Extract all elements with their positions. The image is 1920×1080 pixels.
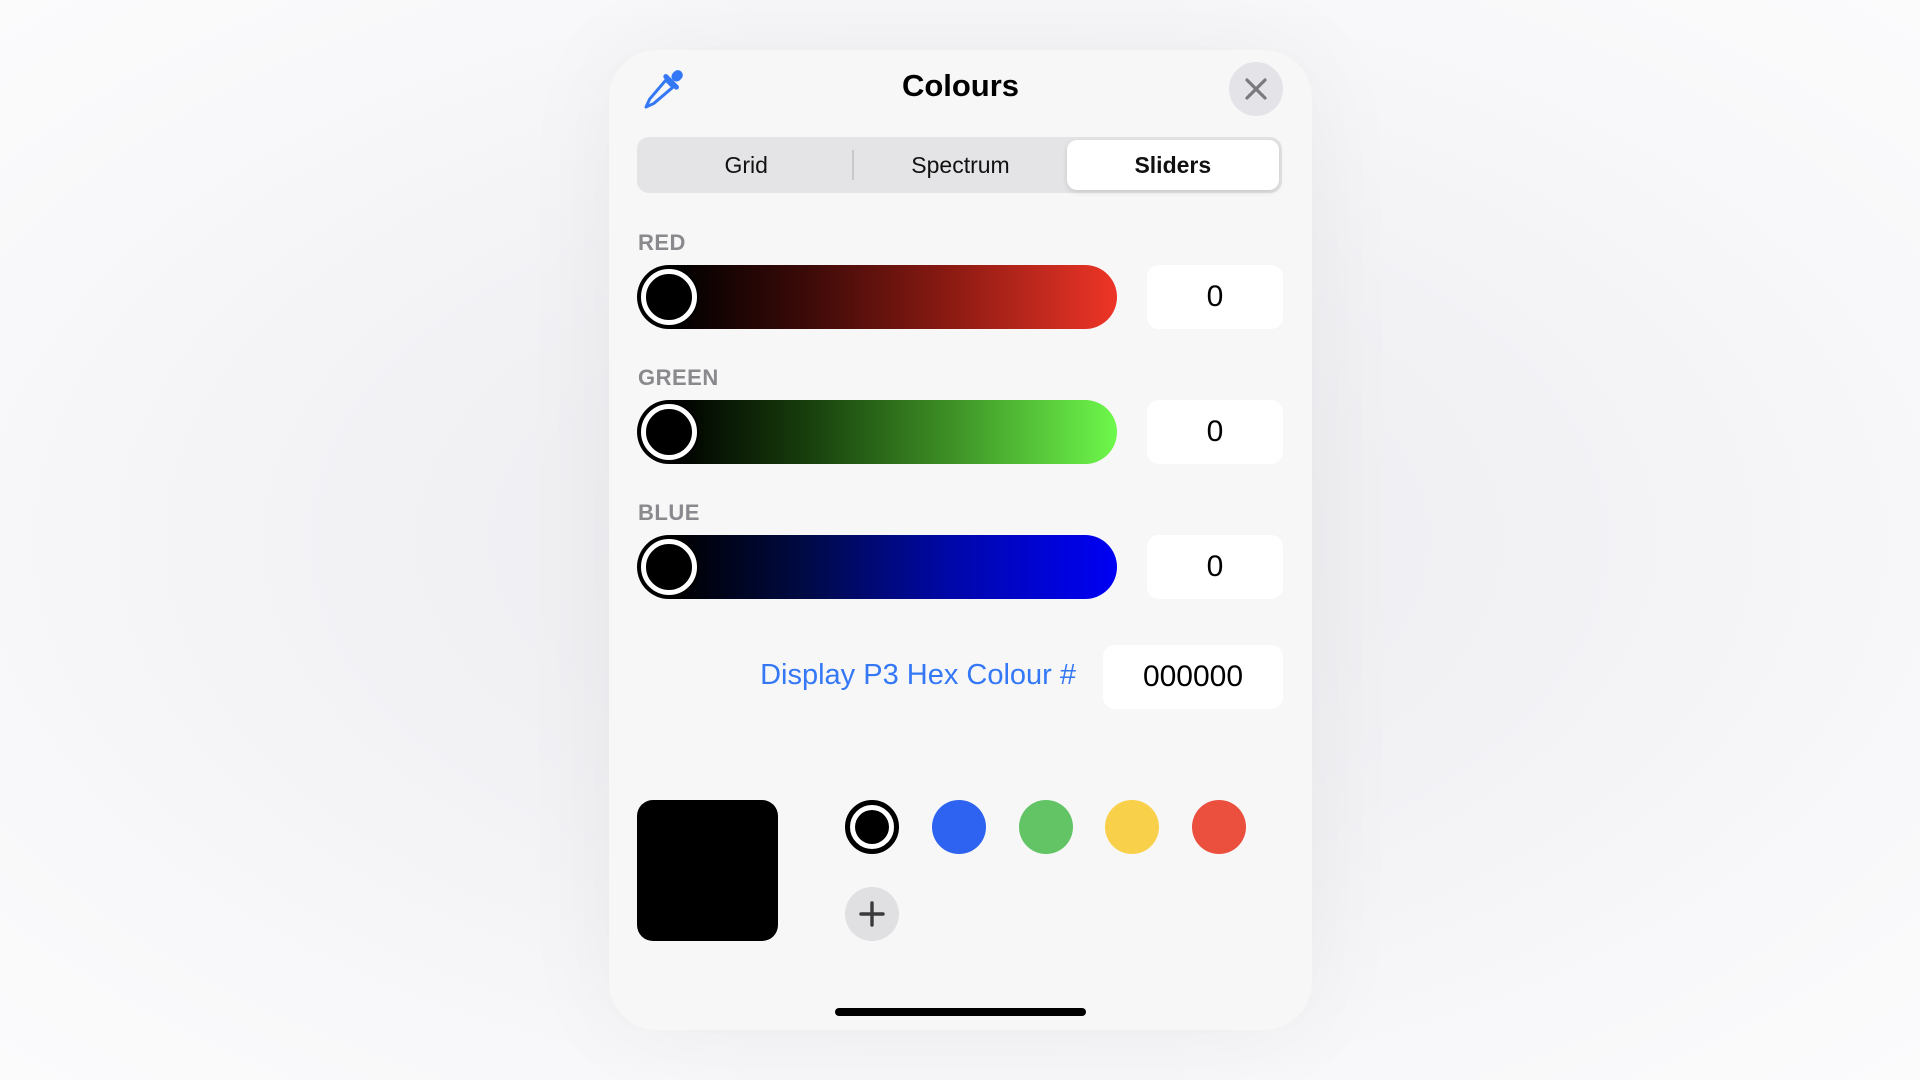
blue-slider[interactable]: [637, 535, 1117, 599]
red-slider-thumb[interactable]: [641, 269, 697, 325]
green-value-field[interactable]: 0: [1147, 400, 1283, 464]
tab-sliders[interactable]: Sliders: [1066, 140, 1279, 190]
add-colour-button[interactable]: [845, 887, 899, 941]
hex-colour-field[interactable]: 000000: [1103, 645, 1283, 709]
home-indicator: [835, 1008, 1086, 1016]
page-title: Colours: [901, 68, 1020, 103]
plus-icon: [859, 901, 885, 927]
blue-label: BLUE: [638, 500, 700, 525]
blue-slider-thumb[interactable]: [641, 539, 697, 595]
green-label: GREEN: [638, 365, 719, 390]
tab-grid[interactable]: Grid: [640, 140, 852, 190]
blue-value-field[interactable]: 0: [1147, 535, 1283, 599]
red-value-field[interactable]: 0: [1147, 265, 1283, 329]
close-icon: [1245, 78, 1267, 100]
preset-green-swatch[interactable]: [1019, 800, 1073, 854]
tab-spectrum[interactable]: Spectrum: [854, 140, 1066, 190]
preset-red-swatch[interactable]: [1192, 800, 1246, 854]
hex-colour-label[interactable]: Display P3 Hex Colour #: [760, 659, 1076, 692]
close-button[interactable]: [1229, 62, 1283, 116]
preset-black-fill: [855, 810, 889, 844]
current-colour-swatch: [637, 800, 778, 941]
green-slider[interactable]: [637, 400, 1117, 464]
green-slider-thumb[interactable]: [641, 404, 697, 460]
preset-yellow-swatch[interactable]: [1105, 800, 1159, 854]
preset-black-swatch[interactable]: [845, 800, 899, 854]
red-slider[interactable]: [637, 265, 1117, 329]
preset-blue-swatch[interactable]: [932, 800, 986, 854]
colour-picker-panel: Colours Grid Spectrum Sliders RED 0 GREE…: [609, 50, 1312, 1030]
mode-segmented-control: Grid Spectrum Sliders: [637, 137, 1282, 193]
red-label: RED: [638, 230, 686, 255]
